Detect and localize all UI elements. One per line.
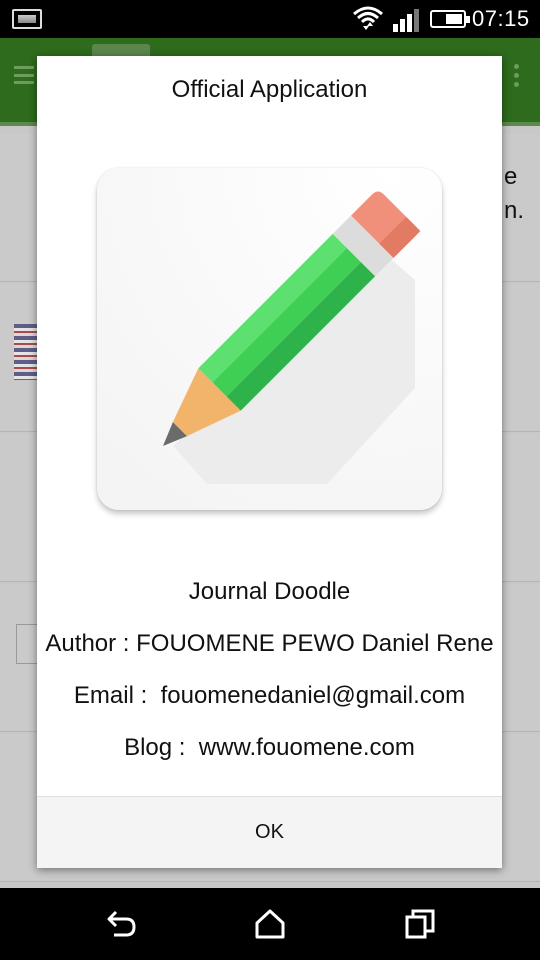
- notification-image-icon: [12, 9, 42, 29]
- dialog-title: Official Application: [171, 76, 368, 103]
- menu-icon: [14, 66, 34, 84]
- status-bar: 07:15: [0, 0, 540, 38]
- ok-button[interactable]: OK: [37, 797, 502, 868]
- ok-button-label: OK: [255, 821, 284, 843]
- status-time: 07:15: [472, 6, 530, 31]
- pencil-app-icon: [97, 168, 442, 510]
- blog-text: Blog : www.fouomene.com: [124, 734, 415, 761]
- wifi-icon: [353, 6, 383, 30]
- list-item-thumbnail: [16, 624, 38, 664]
- battery-icon: [430, 10, 470, 28]
- navigation-bar: [0, 888, 540, 960]
- author-text: Author : FOUOMENE PEWO Daniel Rene: [45, 630, 494, 657]
- back-icon[interactable]: [104, 908, 138, 940]
- recent-apps-icon[interactable]: [403, 908, 437, 940]
- home-icon[interactable]: [253, 908, 287, 940]
- list-item-thumbnail: [14, 324, 38, 380]
- email-text: Email : fouomenedaniel@gmail.com: [73, 682, 466, 709]
- app-name: Journal Doodle: [188, 578, 351, 605]
- about-dialog: Official Application Journal Doodle Auth…: [37, 56, 502, 868]
- list-item-side-text: e n.: [504, 163, 525, 224]
- overflow-menu-icon: [510, 64, 522, 90]
- signal-icon: [393, 9, 419, 32]
